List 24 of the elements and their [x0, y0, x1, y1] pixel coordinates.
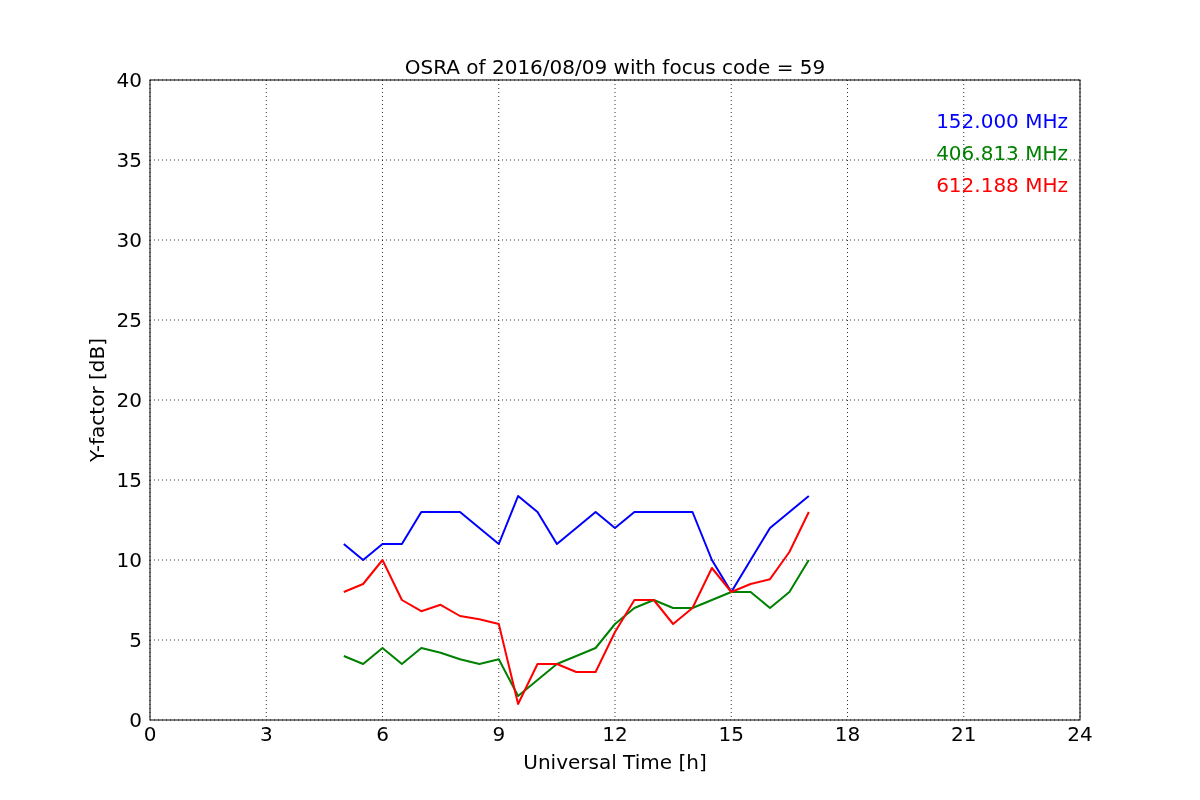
- y-tick-label: 35: [116, 148, 142, 172]
- x-tick-label: 0: [143, 722, 157, 746]
- y-tick-label: 15: [116, 468, 142, 492]
- x-tick-label: 3: [259, 722, 273, 746]
- y-axis-label: Y-factor [dB]: [85, 338, 109, 462]
- legend-label: 152.000 MHz: [936, 109, 1068, 133]
- x-tick-label: 6: [376, 722, 389, 746]
- x-tick-label: 18: [834, 722, 861, 746]
- y-tick-label: 40: [116, 68, 142, 92]
- x-tick-label: 12: [602, 722, 628, 746]
- legend-label: 406.813 MHz: [936, 141, 1068, 165]
- x-tick-label: 9: [492, 722, 506, 746]
- y-tick-label: 30: [116, 228, 142, 252]
- x-axis-label: Universal Time [h]: [523, 750, 707, 774]
- y-tick-label: 5: [129, 628, 142, 652]
- y-tick-label: 25: [116, 308, 142, 332]
- chart-title: OSRA of 2016/08/09 with focus code = 59: [404, 55, 826, 79]
- y-tick-label: 20: [116, 388, 142, 412]
- y-tick-label: 0: [129, 708, 142, 732]
- x-tick-label: 15: [718, 722, 744, 746]
- x-tick-label: 21: [951, 722, 977, 746]
- x-tick-label: 24: [1067, 722, 1093, 746]
- legend-label: 612.188 MHz: [936, 173, 1068, 197]
- y-tick-label: 10: [116, 548, 142, 572]
